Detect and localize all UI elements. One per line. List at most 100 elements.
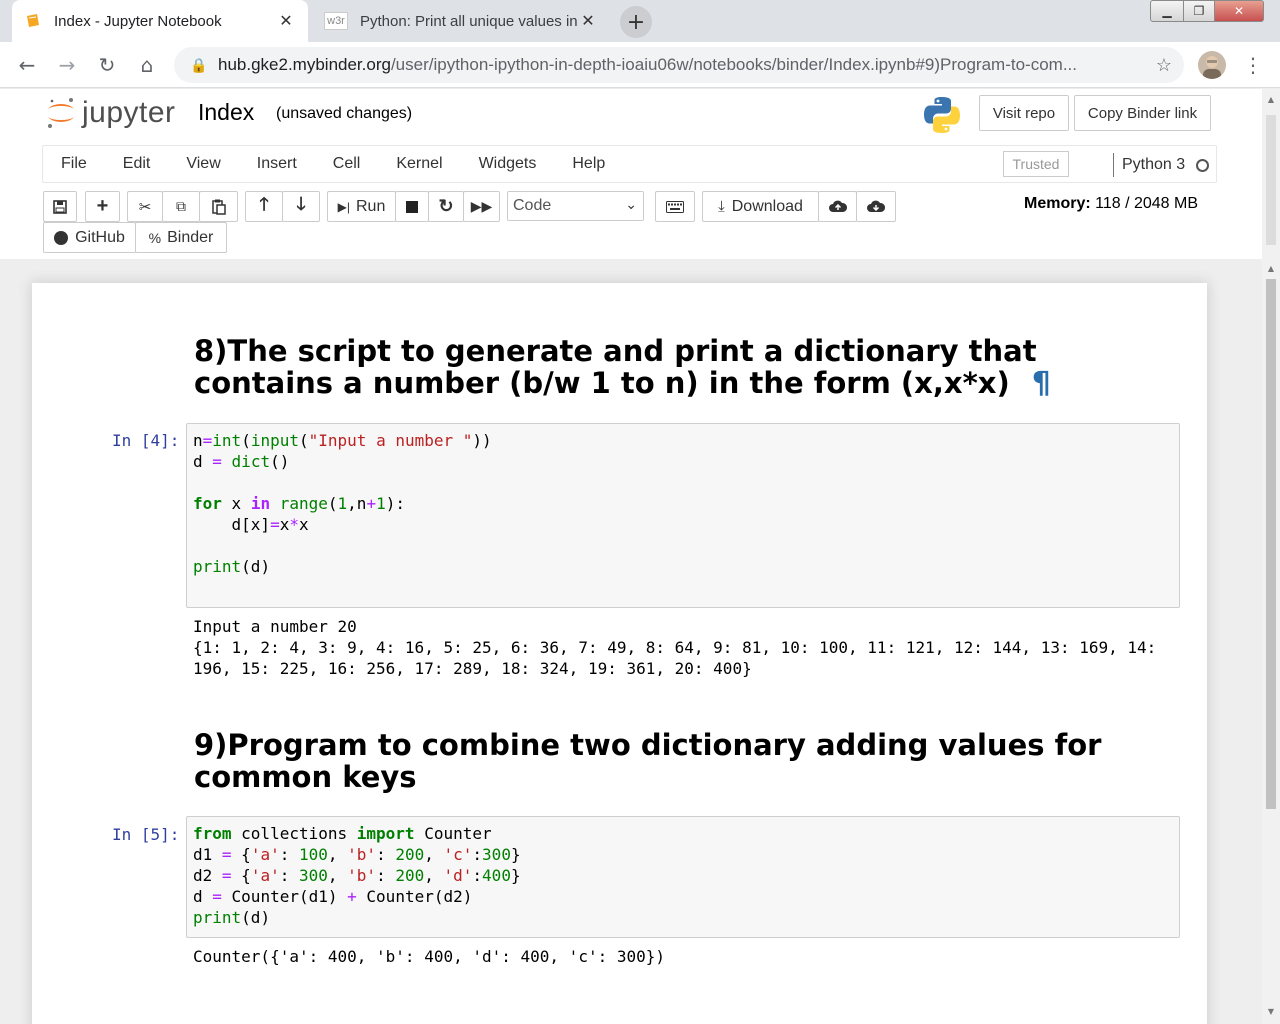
jupyter-header: jupyter Index (unsaved changes) Visit re… [0, 89, 1262, 259]
fast-forward-icon: ▶▶ [470, 198, 493, 214]
input-prompt: In [4]: [112, 431, 180, 450]
chevron-down-icon: ⌄ [625, 196, 637, 212]
forward-icon[interactable]: → [52, 50, 82, 80]
menu-insert[interactable]: Insert [239, 155, 315, 173]
restore-icon[interactable]: ❐ [1183, 0, 1215, 22]
code-cell-output: Counter({'a': 400, 'b': 400, 'd': 400, '… [193, 947, 666, 966]
cloud-upload-icon [828, 200, 847, 212]
page-scrollbar[interactable]: ▲ ▲ ▼ [1262, 89, 1280, 1024]
kernel-name[interactable]: Python 3 [1113, 153, 1185, 177]
download-label: Download [731, 197, 803, 215]
notebook-name[interactable]: Index [198, 99, 254, 126]
move-down-button[interactable]: 🡓 [282, 191, 320, 222]
python-logo-icon [924, 97, 960, 133]
memory-usage: Memory: 118 / 2048 MB [1024, 195, 1198, 213]
output-line: Input a number 20 [193, 617, 357, 636]
copy-icon: ⧉ [176, 198, 186, 214]
save-button[interactable] [43, 191, 77, 222]
menu-edit[interactable]: Edit [105, 155, 169, 173]
anchor-link-icon[interactable]: ¶ [1032, 366, 1051, 401]
tab-w3r[interactable]: w3r Python: Print all unique values in ✕ [312, 0, 610, 42]
copy-binder-link-button[interactable]: Copy Binder link [1074, 95, 1211, 131]
run-button[interactable]: ▶︎| Run [327, 191, 396, 222]
cell-type-select[interactable]: Code ⌄ [507, 191, 644, 221]
scroll-up-icon[interactable]: ▲ [1266, 264, 1276, 274]
upload-cloud-button[interactable] [818, 191, 857, 222]
new-tab-button[interactable]: + [620, 6, 652, 38]
plus-icon: + [96, 195, 109, 217]
close-tab-icon[interactable]: ✕ [276, 11, 296, 31]
scroll-down-icon[interactable]: ▼ [1266, 1007, 1276, 1017]
restart-button[interactable]: ↻ [428, 191, 464, 222]
jupyter-logo-text: jupyter [82, 96, 176, 129]
w3r-favicon-icon: w3r [324, 12, 348, 30]
scissors-icon: ✂ [138, 198, 152, 216]
step-forward-icon: ▶︎| [337, 199, 350, 214]
arrow-up-icon: 🡑 [259, 193, 269, 214]
tab-jupyter-index[interactable]: Index - Jupyter Notebook ✕ [12, 0, 308, 42]
reload-icon[interactable]: ↻ [92, 50, 122, 80]
close-tab-icon[interactable]: ✕ [578, 11, 598, 31]
keyboard-icon [666, 200, 684, 213]
save-status: (unsaved changes) [276, 105, 413, 122]
tab-title: Python: Print all unique values in [360, 12, 578, 30]
jupyter-logo-icon [48, 98, 74, 128]
binder-button[interactable]: % Binder [135, 222, 227, 253]
cut-button[interactable]: ✂ [127, 191, 163, 222]
code-cell-input[interactable]: from collections import Counter d1 = {'a… [186, 816, 1180, 938]
binder-label: Binder [167, 228, 214, 246]
download-button[interactable]: ⤓ Download [702, 191, 819, 222]
menu-kernel[interactable]: Kernel [378, 155, 460, 173]
url-host: hub.gke2.mybinder.org [218, 55, 391, 74]
address-bar: ← → ↻ ⌂ 🔒 hub.gke2.mybinder.org /user/ip… [0, 42, 1280, 88]
cell-type-value: Code [513, 197, 552, 214]
save-icon [53, 199, 67, 214]
browser-menu-icon[interactable]: ⋮ [1238, 50, 1268, 80]
arrow-down-icon: 🡓 [296, 193, 306, 214]
paste-icon [211, 199, 226, 215]
download-cloud-button[interactable] [856, 191, 896, 222]
paste-button[interactable] [199, 191, 238, 222]
tab-title: Index - Jupyter Notebook [54, 12, 222, 30]
menu-cell[interactable]: Cell [315, 155, 379, 173]
cloud-download-icon [867, 200, 885, 212]
menu-view[interactable]: View [168, 155, 238, 173]
visit-repo-button[interactable]: Visit repo [979, 95, 1069, 131]
lock-icon: 🔒 [190, 56, 208, 73]
home-icon[interactable]: ⌂ [132, 50, 162, 80]
stop-icon [406, 200, 418, 213]
command-palette-button[interactable] [655, 191, 695, 222]
insert-cell-button[interactable]: + [85, 191, 120, 222]
kernel-idle-icon [1196, 159, 1209, 172]
url-input[interactable]: 🔒 hub.gke2.mybinder.org /user/ipython-ip… [174, 47, 1184, 83]
move-up-button[interactable]: 🡑 [245, 191, 283, 222]
menu-widgets[interactable]: Widgets [461, 155, 555, 173]
back-icon[interactable]: ← [12, 50, 42, 80]
heading-text: 8)The script to generate and print a dic… [194, 334, 1037, 400]
download-icon: ⤓ [718, 198, 725, 215]
markdown-heading-9[interactable]: 9)Program to combine two dictionary addi… [194, 729, 1184, 793]
link-icon: % [148, 229, 162, 246]
code-cell-input[interactable]: n=int(input("Input a number ")) d = dict… [186, 423, 1180, 608]
github-icon [54, 230, 69, 245]
markdown-heading-8[interactable]: 8)The script to generate and print a dic… [194, 335, 1184, 400]
interrupt-button[interactable] [395, 191, 429, 222]
menu-file[interactable]: File [43, 155, 105, 173]
browser-tab-strip: Index - Jupyter Notebook ✕ w3r Python: P… [0, 0, 1280, 42]
copy-button[interactable]: ⧉ [162, 191, 200, 222]
bookmark-star-icon[interactable]: ☆ [1156, 55, 1172, 76]
jupyter-logo[interactable]: jupyter [46, 95, 176, 131]
notebook-scroll-thumb[interactable] [1266, 279, 1276, 809]
scroll-up-icon[interactable]: ▲ [1266, 95, 1276, 105]
minimize-icon[interactable]: ▁ [1150, 0, 1184, 22]
github-label: GitHub [75, 228, 125, 246]
run-label: Run [356, 197, 386, 215]
profile-avatar[interactable] [1198, 51, 1226, 79]
close-window-icon[interactable]: ✕ [1214, 0, 1264, 22]
header-scroll-thumb[interactable] [1266, 115, 1276, 245]
menu-help[interactable]: Help [554, 155, 623, 173]
github-button[interactable]: GitHub [43, 222, 136, 253]
trusted-indicator[interactable]: Trusted [1003, 151, 1069, 177]
restart-run-all-button[interactable]: ▶▶ [463, 191, 500, 222]
url-path: /user/ipython-ipython-in-depth-ioaiu06w/… [390, 55, 1077, 74]
